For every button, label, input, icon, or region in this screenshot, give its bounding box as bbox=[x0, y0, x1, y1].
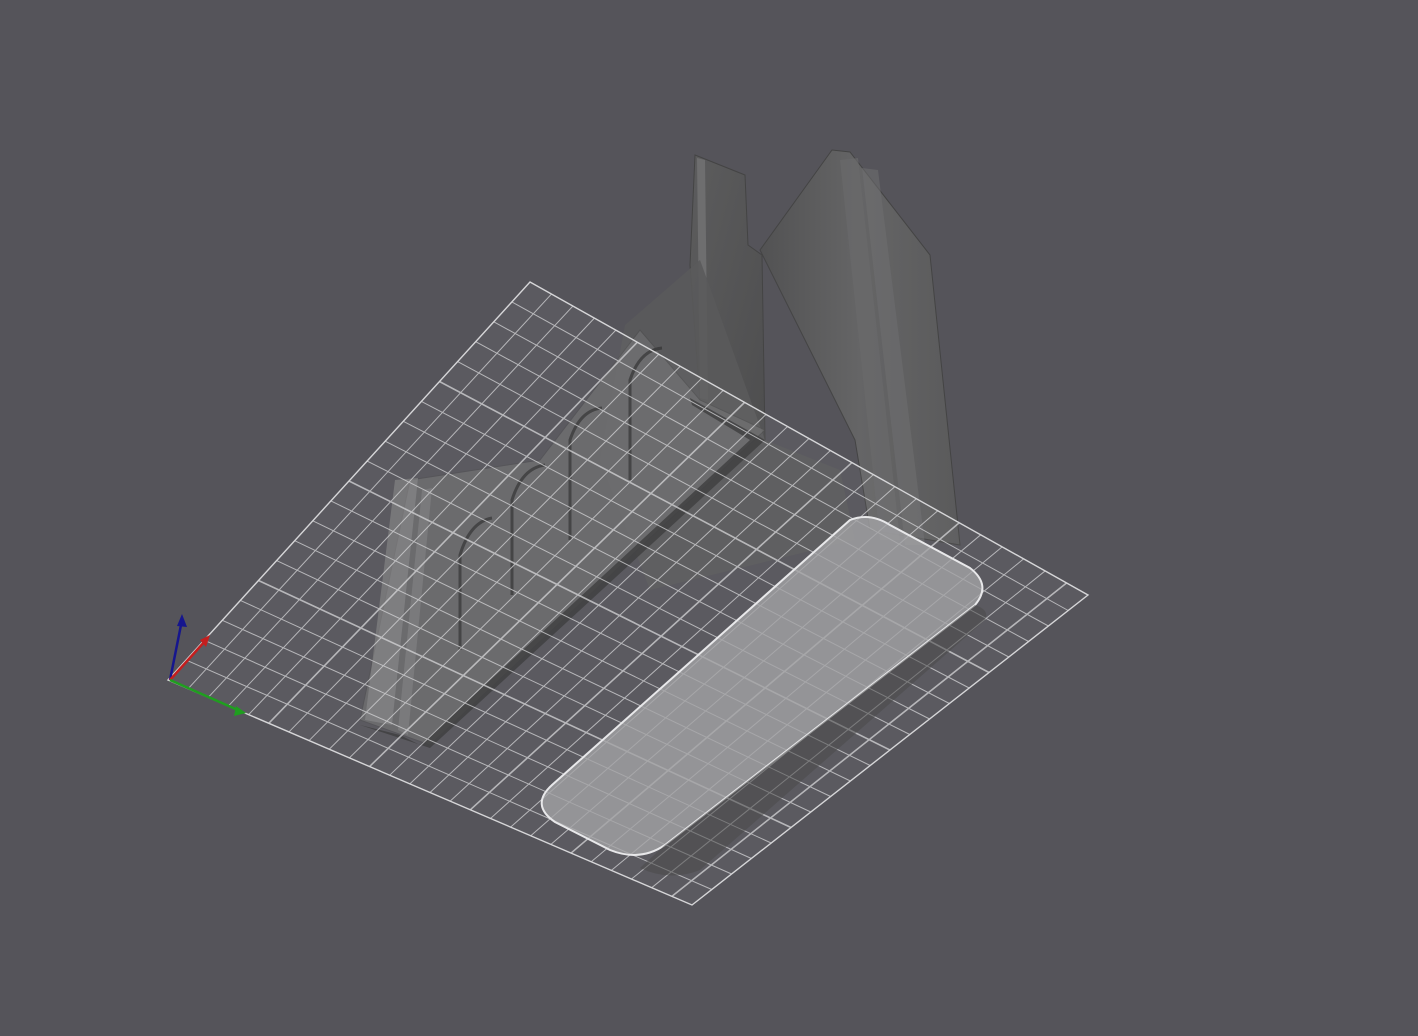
scene-canvas[interactable] bbox=[0, 0, 1418, 1036]
axis-z-arrow bbox=[177, 614, 187, 627]
3d-viewport[interactable] bbox=[0, 0, 1418, 1036]
